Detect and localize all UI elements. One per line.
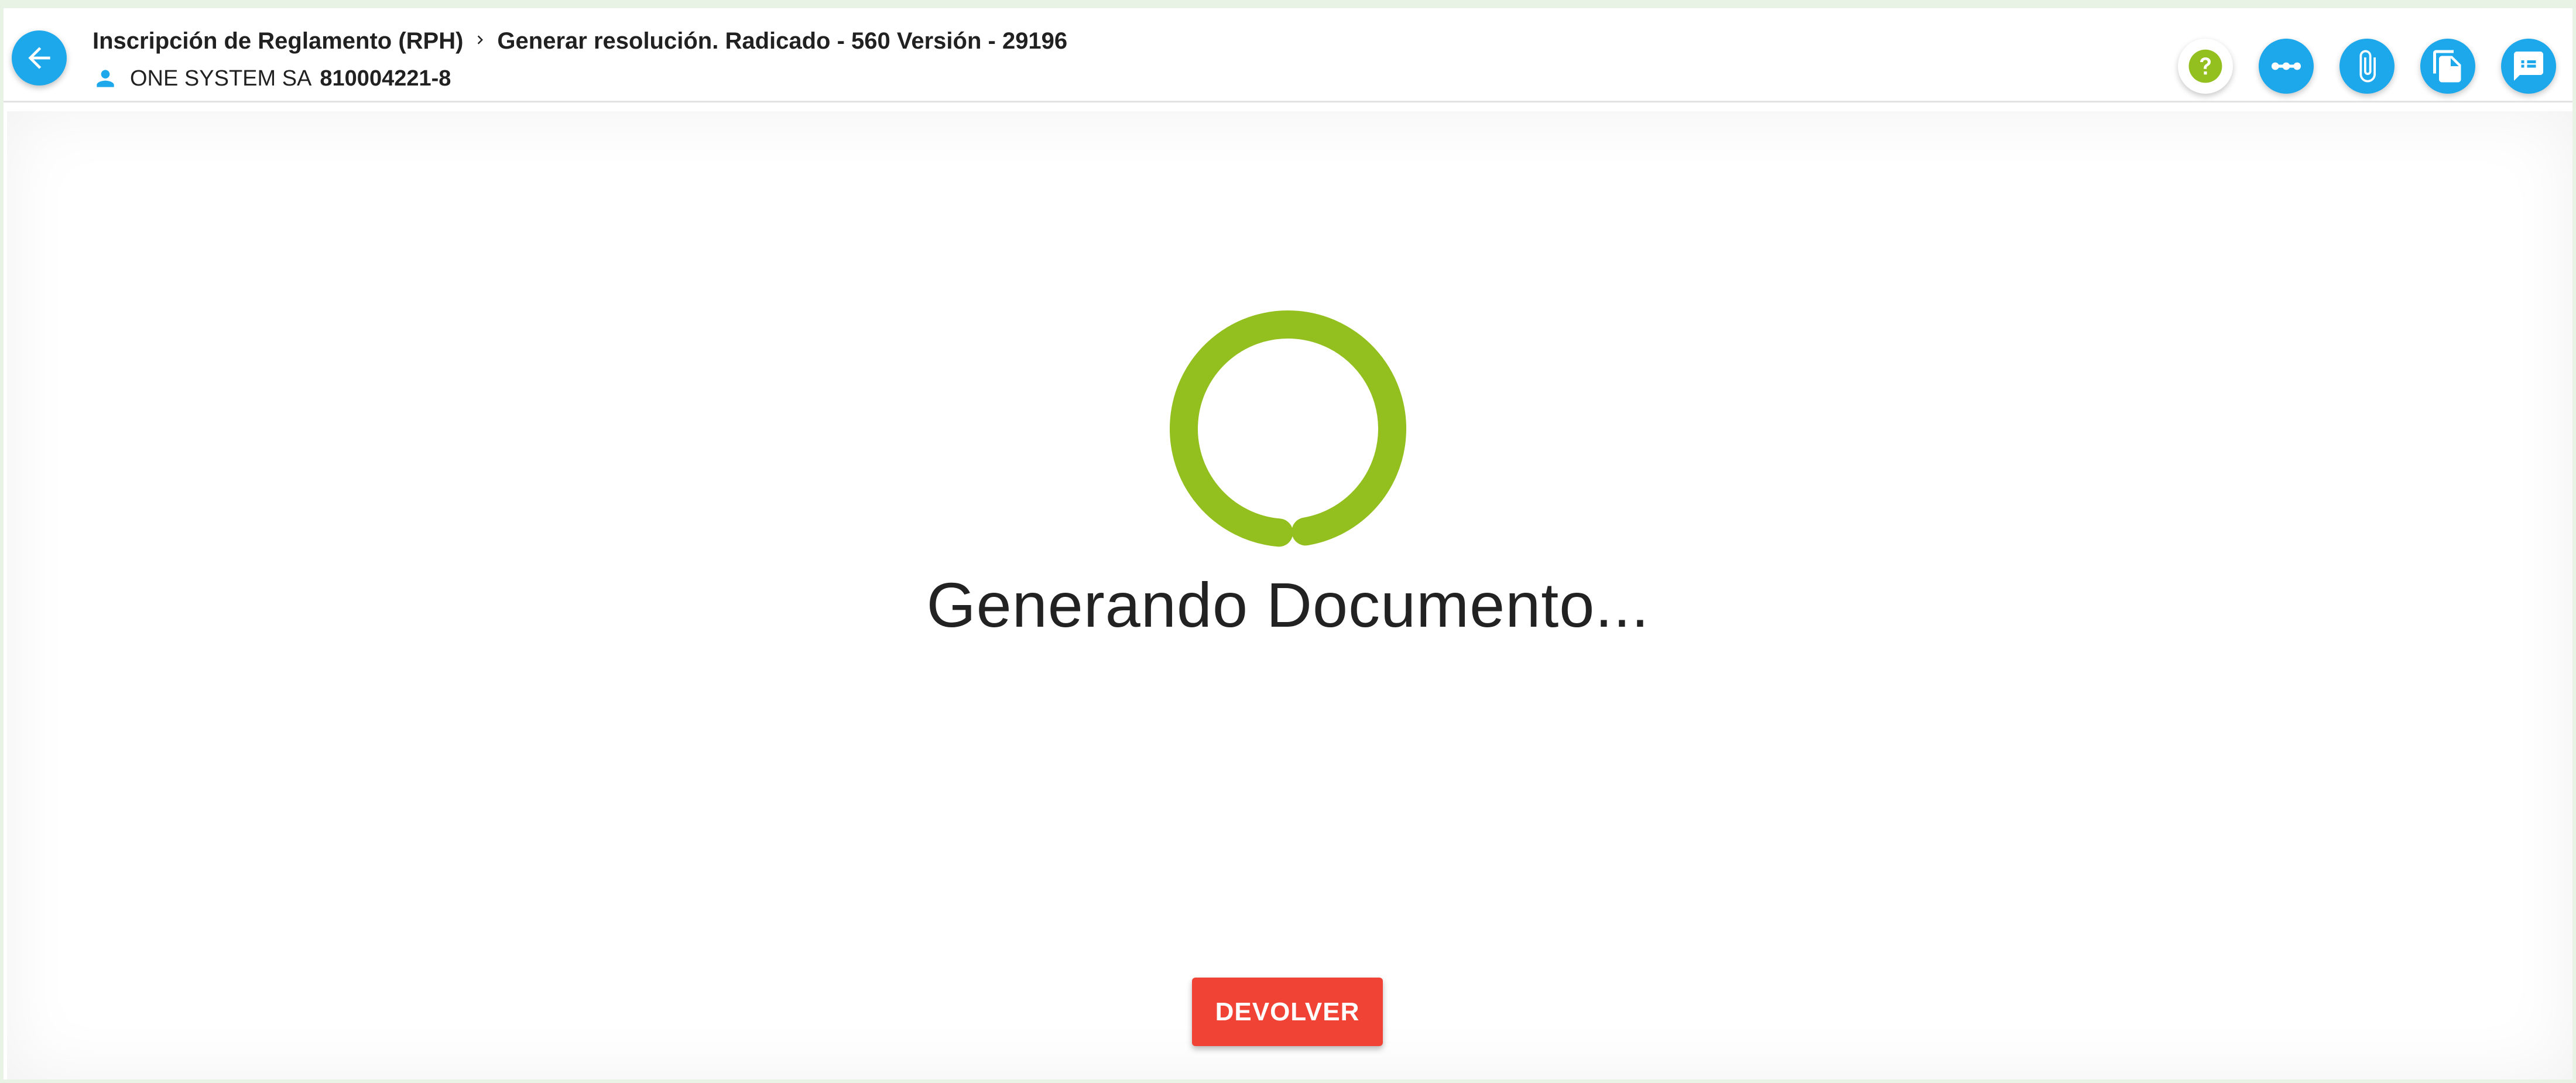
- dots-icon: [2271, 62, 2301, 70]
- question-icon: [2188, 49, 2222, 83]
- workflow-button[interactable]: [2259, 39, 2314, 94]
- arrow-left-icon: [28, 47, 50, 69]
- person-icon: [97, 70, 114, 87]
- user-info: ONE SYSTEM SA 810004221-8: [93, 66, 451, 91]
- user-name: ONE SYSTEM SA: [130, 66, 312, 91]
- attachments-button[interactable]: [2339, 39, 2395, 94]
- status-message: Generando Documento...: [926, 569, 1650, 640]
- paperclip-icon: [2359, 50, 2376, 83]
- header-actions: [2152, 39, 2556, 94]
- chevron-right-icon: [471, 28, 489, 54]
- breadcrumb: Inscripción de Reglamento (RPH) Generar …: [93, 28, 1067, 54]
- user-id: 810004221-8: [320, 66, 451, 91]
- breadcrumb-current: Generar resolución. Radicado - 560 Versi…: [497, 28, 1068, 54]
- app-frame: Inscripción de Reglamento (RPH) Generar …: [0, 0, 2576, 1083]
- breadcrumb-parent[interactable]: Inscripción de Reglamento (RPH): [93, 28, 463, 54]
- loading-spinner-icon: [1170, 310, 1406, 547]
- comment-icon: [2514, 52, 2543, 81]
- page-header: Inscripción de Reglamento (RPH) Generar …: [4, 8, 2572, 103]
- back-button[interactable]: [12, 30, 67, 86]
- comments-button[interactable]: [2501, 39, 2556, 94]
- return-button[interactable]: DEVOLVER: [1192, 978, 1383, 1046]
- help-button[interactable]: [2178, 39, 2233, 94]
- document-icon: [2433, 50, 2461, 83]
- documents-button[interactable]: [2420, 39, 2475, 94]
